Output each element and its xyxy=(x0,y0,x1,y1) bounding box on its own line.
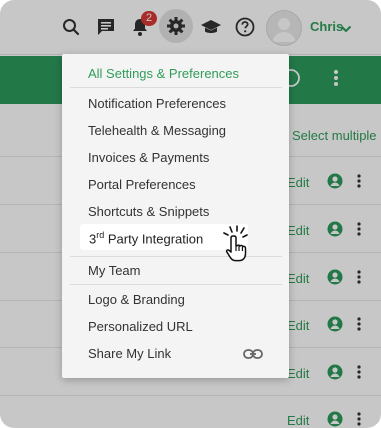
menu-divider xyxy=(70,87,282,88)
pointer-hand-cursor-icon xyxy=(220,224,252,269)
app-window: 2 Chris Select multiple Edit Edit Edit E… xyxy=(0,0,381,428)
menu-item-logo-branding[interactable]: Logo & Branding xyxy=(88,292,185,307)
menu-item-telehealth-messaging[interactable]: Telehealth & Messaging xyxy=(88,123,226,138)
menu-item-invoices-payments[interactable]: Invoices & Payments xyxy=(88,150,209,165)
menu-item-shortcuts-snippets[interactable]: Shortcuts & Snippets xyxy=(88,204,209,219)
third-party-integration-label: 3rd Party Integration xyxy=(89,230,204,247)
link-icon xyxy=(243,347,263,365)
menu-item-personalized-url[interactable]: Personalized URL xyxy=(88,319,193,334)
menu-divider xyxy=(70,284,282,285)
menu-item-notification-preferences[interactable]: Notification Preferences xyxy=(88,96,226,111)
menu-item-my-team[interactable]: My Team xyxy=(88,263,141,278)
menu-item-share-my-link[interactable]: Share My Link xyxy=(88,346,171,361)
all-settings-link[interactable]: All Settings & Preferences xyxy=(88,66,239,81)
menu-item-portal-preferences[interactable]: Portal Preferences xyxy=(88,177,196,192)
